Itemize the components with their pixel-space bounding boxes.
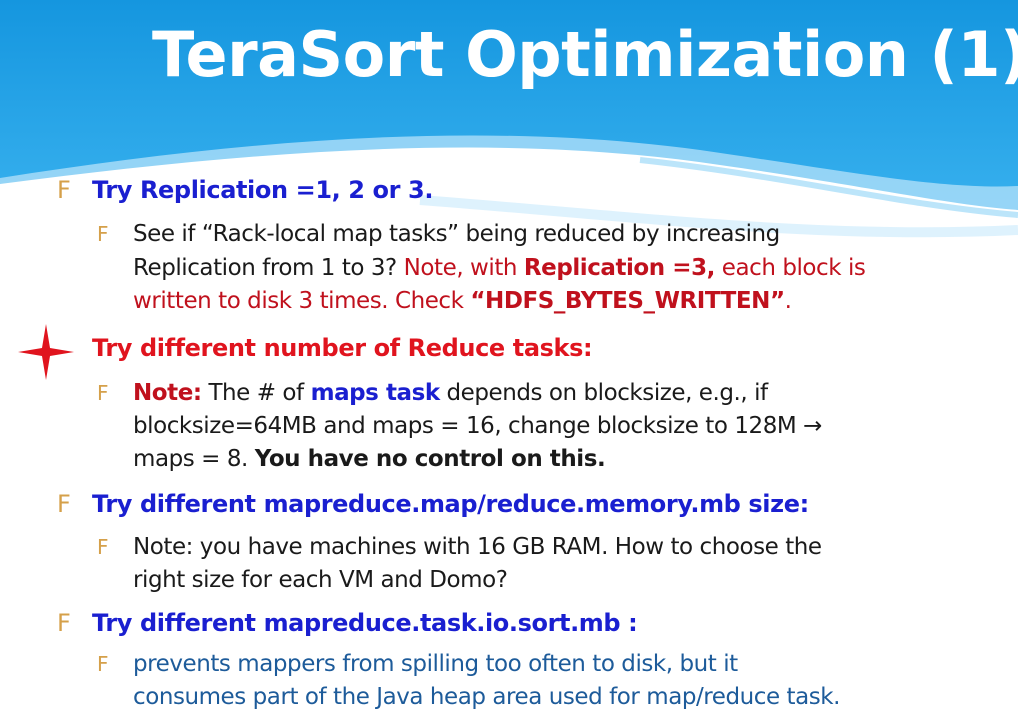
- sub-bullet-text: consumes part of the Java heap area used…: [133, 684, 841, 710]
- bullet-icon: F: [57, 490, 71, 518]
- sub-bullet-text: written to disk 3 times. Check “HDFS_BYT…: [133, 288, 792, 314]
- sub-bullet-text: blocksize=64MB and maps = 16, change blo…: [133, 413, 822, 439]
- slide-title: TeraSort Optimization (1): [152, 18, 1018, 91]
- sub-bullet-text: Note: The # of maps task depends on bloc…: [133, 380, 768, 406]
- sub-bullet-text: See if “Rack-local map tasks” being redu…: [133, 221, 780, 247]
- sub-bullet-icon: F: [97, 652, 109, 676]
- sub-bullet-text: Note: you have machines with 16 GB RAM. …: [133, 534, 822, 560]
- sub-bullet-text: prevents mappers from spilling too often…: [133, 651, 738, 677]
- bullet-heading-reduce-tasks: Try different number of Reduce tasks:: [92, 334, 593, 362]
- red-four-point-star-icon: [18, 324, 74, 380]
- sub-bullet-icon: F: [97, 381, 109, 405]
- bullet-icon: F: [57, 609, 71, 637]
- sub-bullet-icon: F: [97, 535, 109, 559]
- bullet-icon: F: [57, 176, 71, 204]
- bullet-heading-memory-mb: Try different mapreduce.map/reduce.memor…: [92, 490, 809, 518]
- bullet-heading-sort-mb: Try different mapreduce.task.io.sort.mb …: [92, 609, 638, 637]
- sub-bullet-text: maps = 8. You have no control on this.: [133, 446, 606, 472]
- sub-bullet-text: right size for each VM and Domo?: [133, 567, 508, 593]
- bullet-heading-replication: Try Replication =1, 2 or 3.: [92, 176, 434, 204]
- sub-bullet-icon: F: [97, 222, 109, 246]
- sub-bullet-text: Replication from 1 to 3? Note, with Repl…: [133, 255, 866, 281]
